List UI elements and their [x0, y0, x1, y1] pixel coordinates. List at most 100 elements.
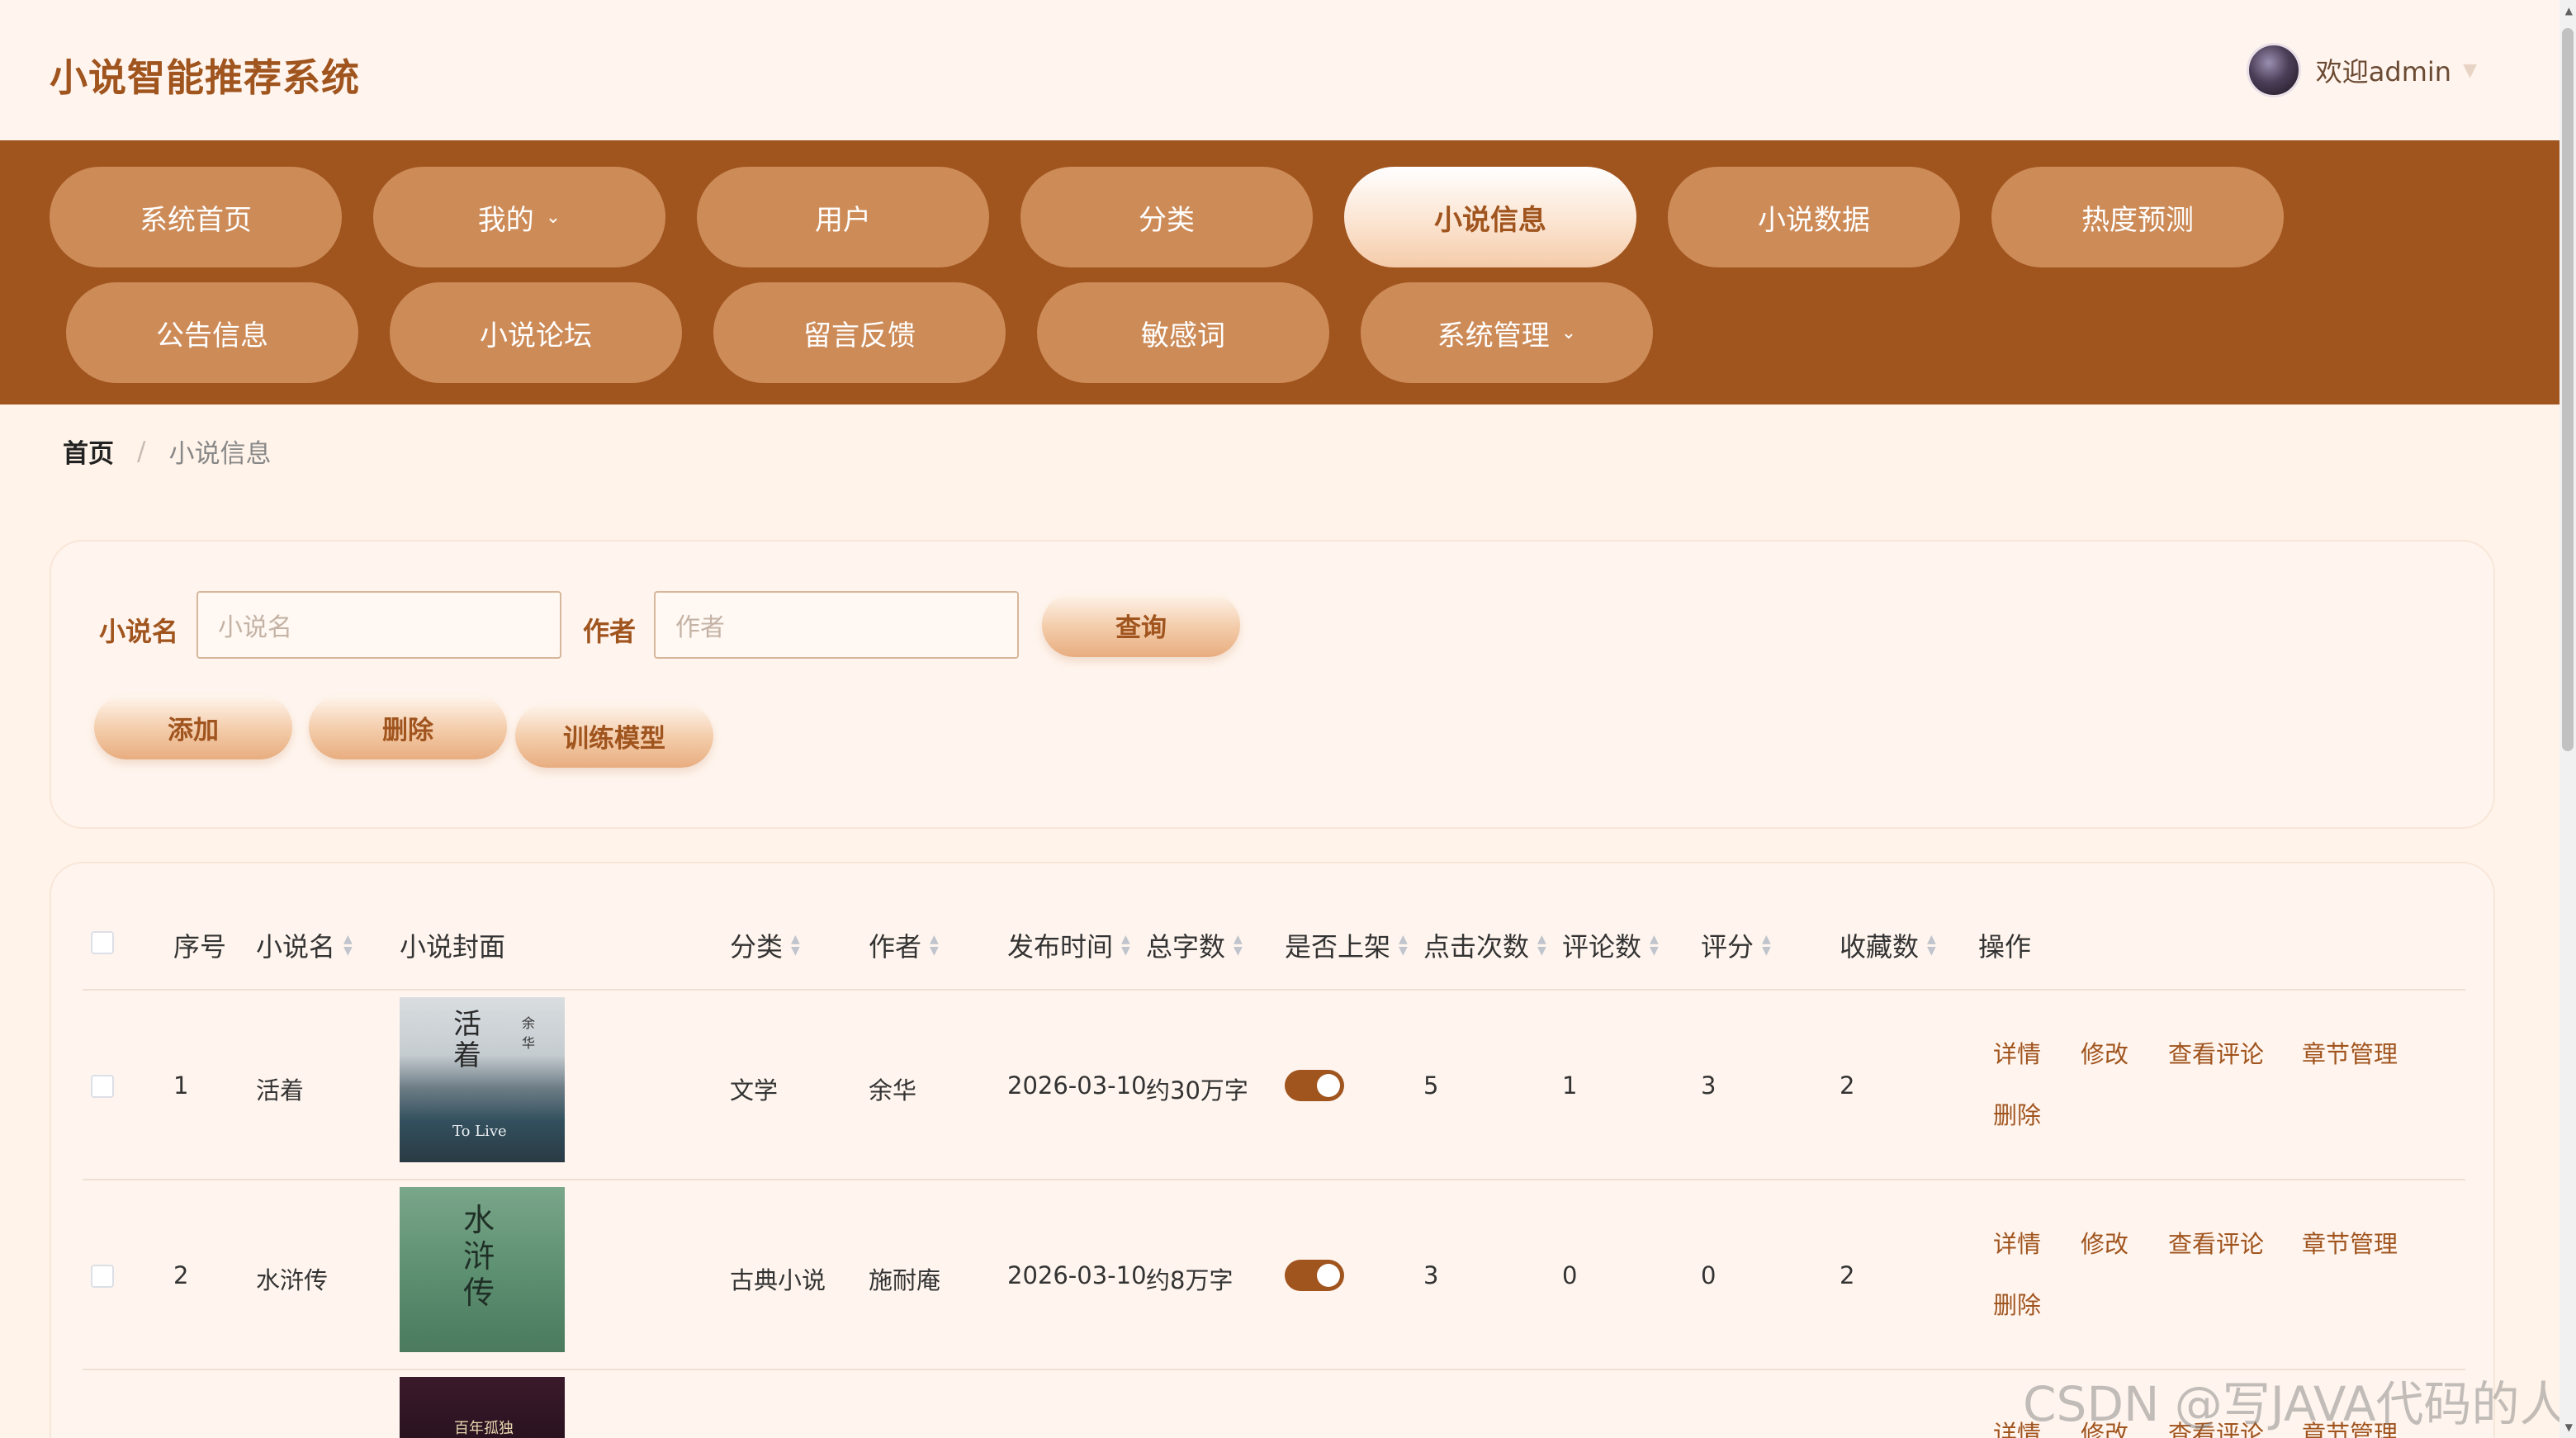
view-comments-link[interactable]: 查看评论 — [2168, 1225, 2264, 1260]
cover-author: 余华 — [522, 1015, 536, 1051]
nav-item-users[interactable]: 用户 — [697, 167, 989, 267]
sort-icon[interactable]: ▲ ▼ — [1121, 934, 1130, 957]
row-checkbox[interactable] — [91, 1075, 114, 1098]
novel-name-input[interactable]: 小说名 — [197, 591, 561, 659]
col-header-label: 发布时间 — [1007, 931, 1114, 963]
nav-item-label: 留言反馈 — [803, 319, 916, 352]
nav-item-novel-data[interactable]: 小说数据 — [1668, 167, 1960, 267]
view-comments-link[interactable]: 查看评论 — [2168, 1035, 2264, 1070]
col-header-publish-time[interactable]: 发布时间 ▲ ▼ — [1007, 926, 1130, 964]
edit-link[interactable]: 修改 — [2081, 1225, 2129, 1260]
cell-word-count: 约30万字 — [1146, 1076, 1248, 1105]
chapter-management-link[interactable]: 章节管理 — [2302, 1035, 2398, 1070]
sort-icon[interactable]: ▲ ▼ — [1927, 934, 1936, 957]
sort-icon[interactable]: ▲ ▼ — [1762, 934, 1771, 957]
cell-author: 余华 — [869, 1076, 917, 1105]
on-shelf-toggle[interactable] — [1285, 1070, 1344, 1101]
detail-link[interactable]: 详情 — [1993, 1035, 2041, 1070]
query-button[interactable]: 查询 — [1042, 593, 1240, 657]
user-menu[interactable]: 欢迎admin ▼ — [2246, 43, 2477, 97]
nav-item-forum[interactable]: 小说论坛 — [390, 282, 682, 383]
nav-item-announcements[interactable]: 公告信息 — [66, 282, 358, 383]
cell-category: 古典小说 — [730, 1266, 826, 1294]
breadcrumb-current: 小说信息 — [168, 439, 272, 469]
cell-clicks: 3 — [1423, 1261, 1439, 1289]
sort-icon[interactable]: ▲ ▼ — [343, 934, 353, 957]
toggle-knob — [1317, 1264, 1340, 1287]
nav-item-mine[interactable]: 我的 ⌄ — [373, 167, 665, 267]
train-model-button[interactable]: 训练模型 — [515, 703, 713, 768]
nav-item-label: 小说信息 — [1434, 203, 1546, 237]
toggle-knob — [1317, 1074, 1340, 1097]
nav-item-label: 我的 — [477, 203, 534, 237]
cell-author: 施耐庵 — [869, 1266, 941, 1294]
nav-item-novel-info[interactable]: 小说信息 — [1344, 167, 1636, 267]
sort-icon[interactable]: ▲ ▼ — [930, 934, 939, 957]
sort-icon[interactable]: ▲ ▼ — [1537, 934, 1546, 957]
nav-item-label: 分类 — [1139, 203, 1195, 237]
chapter-management-link[interactable]: 章节管理 — [2302, 1225, 2398, 1260]
edit-link[interactable]: 修改 — [2081, 1035, 2129, 1070]
author-label: 作者 — [583, 616, 637, 647]
col-header-label: 点击次数 — [1423, 931, 1530, 963]
row-checkbox[interactable] — [91, 1265, 114, 1288]
novel-name-placeholder: 小说名 — [218, 613, 292, 642]
col-header-on-shelf[interactable]: 是否上架 ▲ ▼ — [1285, 926, 1408, 964]
nav-item-label: 用户 — [815, 203, 871, 237]
add-button[interactable]: 添加 — [94, 695, 292, 759]
cell-favorites: 2 — [1840, 1261, 1855, 1289]
author-input[interactable]: 作者 — [654, 591, 1019, 659]
avatar[interactable] — [2246, 43, 2301, 97]
scroll-up-icon[interactable]: ▲ — [2565, 5, 2573, 17]
col-header-clicks[interactable]: 点击次数 ▲ ▼ — [1423, 926, 1546, 964]
col-header-favorites[interactable]: 收藏数 ▲ ▼ — [1840, 926, 1936, 964]
cell-favorites: 2 — [1840, 1071, 1855, 1100]
sort-icon[interactable]: ▲ ▼ — [1399, 934, 1408, 957]
scrollbar-thumb[interactable] — [2562, 28, 2574, 751]
col-header-name[interactable]: 小说名 ▲ ▼ — [256, 926, 353, 964]
nav-item-label: 小说论坛 — [480, 319, 592, 352]
sort-icon[interactable]: ▲ ▼ — [1650, 934, 1659, 957]
nav-item-label: 公告信息 — [156, 319, 268, 352]
col-header-label: 作者 — [869, 931, 922, 963]
chevron-down-icon[interactable]: ▼ — [2463, 60, 2477, 81]
top-header: 小说智能推荐系统 欢迎admin ▼ — [0, 0, 2559, 140]
col-header-label: 是否上架 — [1285, 931, 1391, 963]
nav-item-home[interactable]: 系统首页 — [50, 167, 342, 267]
cell-comments: 1 — [1562, 1071, 1578, 1100]
col-header-author[interactable]: 作者 ▲ ▼ — [869, 926, 939, 964]
nav-item-system-admin[interactable]: 系统管理 ⌄ — [1361, 282, 1653, 383]
col-header-rating[interactable]: 评分 ▲ ▼ — [1701, 926, 1771, 964]
welcome-text[interactable]: 欢迎admin — [2316, 51, 2451, 89]
col-header-label: 序号 — [173, 931, 227, 963]
col-header-word-count[interactable]: 总字数 ▲ ▼ — [1146, 926, 1243, 964]
sort-icon[interactable]: ▲ ▼ — [791, 934, 800, 957]
scroll-down-icon[interactable]: ▼ — [2565, 1421, 2573, 1433]
delete-link[interactable]: 删除 — [1993, 1286, 2041, 1321]
delete-link[interactable]: 删除 — [1993, 1096, 2041, 1131]
cover-title: 水浒传 — [462, 1202, 495, 1311]
breadcrumb: 首页 / 小说信息 — [63, 433, 271, 470]
nav-item-label: 热度预测 — [2081, 203, 2194, 237]
on-shelf-toggle[interactable] — [1285, 1260, 1344, 1291]
delete-button[interactable]: 删除 — [309, 695, 507, 759]
nav-item-sensitive-words[interactable]: 敏感词 — [1037, 282, 1329, 383]
main-nav: 系统首页 我的 ⌄ 用户 分类 小说信息 小说数据 热度预测 公告信息 小说论坛 … — [0, 140, 2559, 404]
select-all-checkbox[interactable] — [91, 931, 114, 954]
col-header-category[interactable]: 分类 ▲ ▼ — [730, 926, 800, 964]
nav-item-feedback[interactable]: 留言反馈 — [713, 282, 1006, 383]
cell-name: 活着 — [256, 1076, 305, 1105]
col-header-comments[interactable]: 评论数 ▲ ▼ — [1562, 926, 1659, 964]
nav-item-label: 小说数据 — [1758, 203, 1870, 237]
nav-item-heat-forecast[interactable]: 热度预测 — [1991, 167, 2284, 267]
col-header-label: 小说名 — [256, 931, 336, 963]
nav-item-label: 系统首页 — [140, 203, 252, 237]
cover-subtitle: To Live — [452, 1123, 507, 1140]
nav-item-category[interactable]: 分类 — [1020, 167, 1313, 267]
cell-name: 水浒传 — [256, 1266, 329, 1294]
sort-icon[interactable]: ▲ ▼ — [1234, 934, 1243, 957]
vertical-scrollbar[interactable]: ▲ ▼ — [2559, 0, 2576, 1438]
detail-link[interactable]: 详情 — [1993, 1225, 2041, 1260]
breadcrumb-home[interactable]: 首页 — [63, 433, 114, 470]
col-header-label: 评论数 — [1562, 931, 1642, 963]
